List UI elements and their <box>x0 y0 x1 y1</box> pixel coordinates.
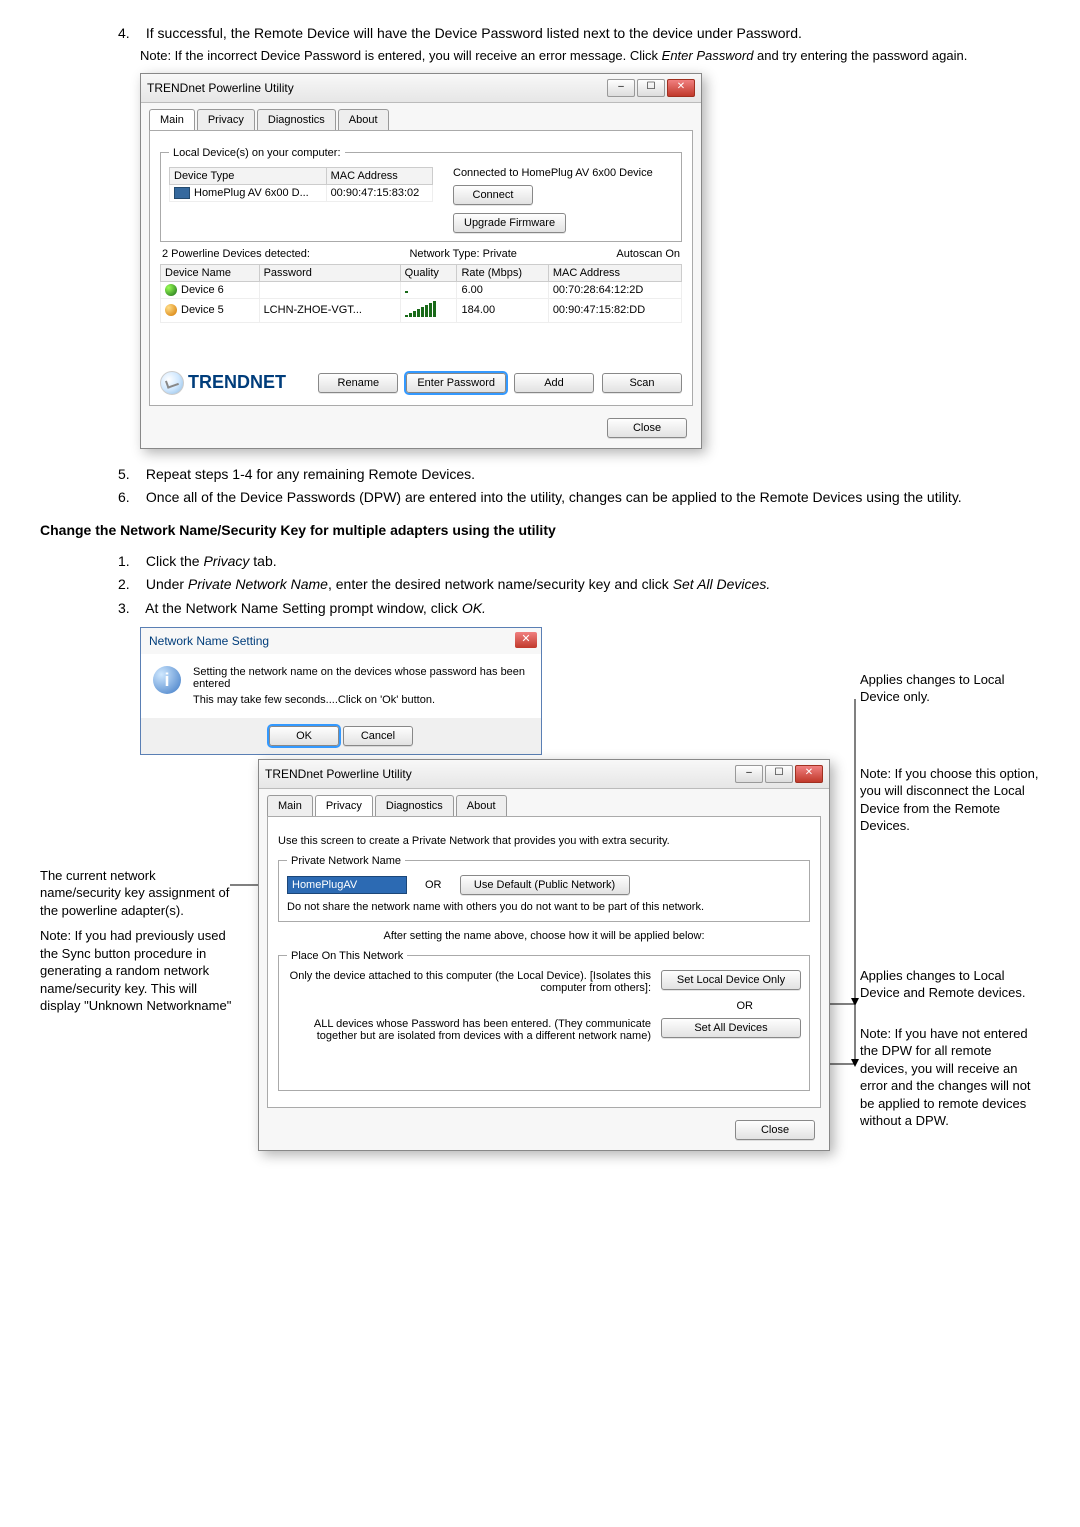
tab-privacy[interactable]: Privacy <box>315 795 373 816</box>
enter-password-button[interactable]: Enter Password <box>406 373 506 393</box>
minimize-button[interactable]: – <box>735 765 763 783</box>
scan-button[interactable]: Scan <box>602 373 682 393</box>
tab-about[interactable]: About <box>338 109 389 130</box>
set-local-device-button[interactable]: Set Local Device Only <box>661 970 801 990</box>
annotation-r2: Note: If you choose this option, you wil… <box>860 765 1040 835</box>
tab-diagnostics[interactable]: Diagnostics <box>375 795 454 816</box>
msgbox-line1: Setting the network name on the devices … <box>193 666 529 690</box>
table-row[interactable]: Device 6 6.00 00:70:28:64:12:2D <box>161 281 682 298</box>
only-device-label: Only the device attached to this compute… <box>287 970 651 994</box>
col-mac: MAC Address <box>326 167 432 184</box>
remote-devices-table: Device Name Password Quality Rate (Mbps)… <box>160 264 682 323</box>
annotation-r1: Applies changes to Local Device only. <box>860 671 1040 706</box>
or-label: OR <box>425 879 442 891</box>
quality-cell <box>400 298 457 322</box>
close-button[interactable]: ✕ <box>667 79 695 97</box>
place-on-network-group: Place On This Network Only the device at… <box>278 950 810 1091</box>
info-icon: i <box>153 666 181 694</box>
tab-privacy[interactable]: Privacy <box>197 109 255 130</box>
do-not-share-note: Do not share the network name with other… <box>287 901 801 913</box>
col-pw: Password <box>259 264 400 281</box>
close-button[interactable]: Close <box>735 1120 815 1140</box>
tab-diagnostics[interactable]: Diagnostics <box>257 109 336 130</box>
cancel-button[interactable]: Cancel <box>343 726 413 746</box>
annotation-r4: Note: If you have not entered the DPW fo… <box>860 1025 1040 1130</box>
ok-button[interactable]: OK <box>269 726 339 746</box>
autoscan-label: Autoscan On <box>616 248 680 260</box>
local-device-table: Device Type MAC Address HomePlug AV 6x00… <box>169 167 433 202</box>
annotation-r3: Applies changes to Local Device and Remo… <box>860 967 1040 1002</box>
msgbox-title: Network Name Setting <box>141 628 541 654</box>
section-title: Change the Network Name/Security Key for… <box>40 522 1040 538</box>
col-name: Device Name <box>161 264 260 281</box>
tab-main[interactable]: Main <box>149 109 195 130</box>
detected-label: 2 Powerline Devices detected: <box>162 248 310 260</box>
step-c2: 2. Under Private Network Name, enter the… <box>118 575 1040 595</box>
msgbox-line2: This may take few seconds....Click on 'O… <box>193 694 529 706</box>
titlebar: TRENDnet Powerline Utility – ☐ ✕ <box>141 74 701 103</box>
network-type-label: Network Type: Private <box>409 248 516 260</box>
dialog-body: Local Device(s) on your computer: Device… <box>149 130 693 406</box>
step-num-5: 5. <box>118 465 142 485</box>
tab-main[interactable]: Main <box>267 795 313 816</box>
local-device-row[interactable]: HomePlug AV 6x00 D... 00:90:47:15:83:02 <box>170 184 433 201</box>
col-mac2: MAC Address <box>548 264 681 281</box>
quality-cell <box>400 281 457 298</box>
or-label-2: OR <box>287 1000 753 1012</box>
step-4: 4. If successful, the Remote Device will… <box>118 24 1040 44</box>
dialog-body: Use this screen to create a Private Netw… <box>267 816 821 1108</box>
private-network-group: Private Network Name OR Use Default (Pub… <box>278 855 810 922</box>
annotated-diagram: The current network name/security key as… <box>40 759 1040 1319</box>
place-legend: Place On This Network <box>287 950 407 962</box>
tabstrip: Main Privacy Diagnostics About <box>259 789 829 816</box>
window-title: TRENDnet Powerline Utility <box>265 767 412 781</box>
use-default-button[interactable]: Use Default (Public Network) <box>460 875 630 895</box>
local-devices-group: Local Device(s) on your computer: Device… <box>160 147 682 242</box>
add-button[interactable]: Add <box>514 373 594 393</box>
col-quality: Quality <box>400 264 457 281</box>
close-icon[interactable]: ✕ <box>515 632 537 648</box>
all-devices-label: ALL devices whose Password has been ente… <box>287 1018 651 1042</box>
step-c3: 3. At the Network Name Setting prompt wi… <box>118 599 1040 619</box>
titlebar: TRENDnet Powerline Utility – ☐ ✕ <box>259 760 829 789</box>
connected-label: Connected to HomePlug AV 6x00 Device <box>453 167 673 179</box>
after-setting-label: After setting the name above, choose how… <box>278 930 810 942</box>
close-button[interactable]: ✕ <box>795 765 823 783</box>
logo-icon <box>160 371 184 395</box>
upgrade-firmware-button[interactable]: Upgrade Firmware <box>453 213 566 233</box>
window-title: TRENDnet Powerline Utility <box>147 81 294 95</box>
tabstrip: Main Privacy Diagnostics About <box>141 103 701 130</box>
window-buttons: – ☐ ✕ <box>607 79 695 97</box>
connect-button[interactable]: Connect <box>453 185 533 205</box>
local-devices-legend: Local Device(s) on your computer: <box>169 147 345 159</box>
step-4-text: If successful, the Remote Device will ha… <box>146 25 802 41</box>
network-name-setting-dialog: ✕ Network Name Setting i Setting the net… <box>140 627 542 755</box>
step-c1: 1. Click the Privacy tab. <box>118 552 1040 572</box>
close-button[interactable]: Close <box>607 418 687 438</box>
rename-button[interactable]: Rename <box>318 373 398 393</box>
step-num-6: 6. <box>118 488 142 508</box>
powerline-utility-privacy: TRENDnet Powerline Utility – ☐ ✕ Main Pr… <box>258 759 830 1151</box>
status-bullet-icon <box>165 284 177 296</box>
annotation-left: The current network name/security key as… <box>40 867 232 1015</box>
powerline-utility-main: TRENDnet Powerline Utility – ☐ ✕ Main Pr… <box>140 73 702 449</box>
maximize-button[interactable]: ☐ <box>637 79 665 97</box>
screen-note: Use this screen to create a Private Netw… <box>278 835 810 847</box>
tab-about[interactable]: About <box>456 795 507 816</box>
table-row[interactable]: Device 5 LCHN-ZHOE-VGT... 184.00 00:90:4… <box>161 298 682 322</box>
set-all-devices-button[interactable]: Set All Devices <box>661 1018 801 1038</box>
maximize-button[interactable]: ☐ <box>765 765 793 783</box>
step-5: 5. Repeat steps 1-4 for any remaining Re… <box>118 465 1040 485</box>
status-bullet-icon <box>165 304 177 316</box>
trendnet-logo: TRENDNET <box>160 371 286 395</box>
network-name-input[interactable] <box>287 876 407 894</box>
col-rate: Rate (Mbps) <box>457 264 548 281</box>
step-4-note: Note: If the incorrect Device Password i… <box>140 48 1040 63</box>
col-device-type: Device Type <box>170 167 327 184</box>
minimize-button[interactable]: – <box>607 79 635 97</box>
step-num-4: 4. <box>118 24 142 44</box>
window-buttons: – ☐ ✕ <box>735 765 823 783</box>
step-6: 6. Once all of the Device Passwords (DPW… <box>118 488 1040 508</box>
private-network-legend: Private Network Name <box>287 855 405 867</box>
